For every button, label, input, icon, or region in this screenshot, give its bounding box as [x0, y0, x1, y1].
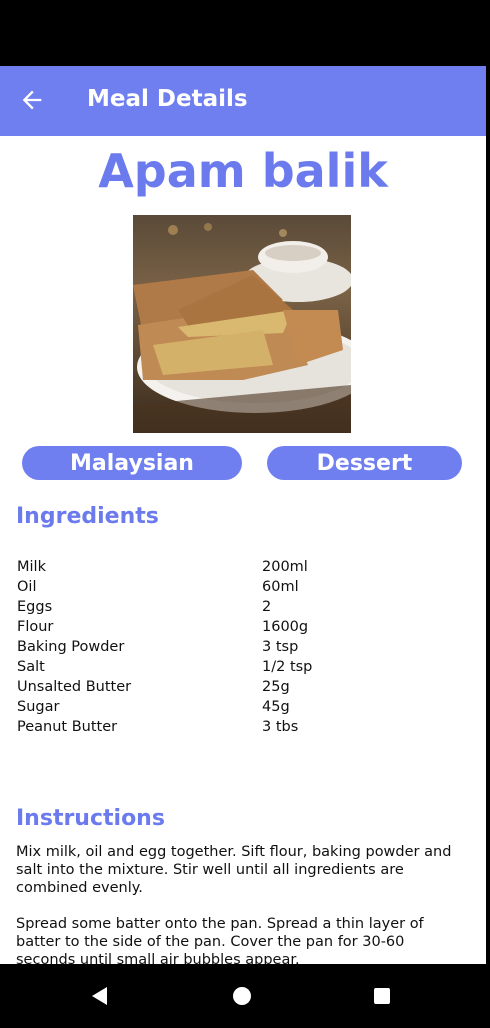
category-tag-button[interactable]: Dessert — [267, 446, 462, 480]
ingredient-name: Unsalted Butter — [17, 679, 132, 695]
ingredient-name: Sugar — [17, 699, 60, 715]
instruction-paragraph: Mix milk, oil and egg together. Sift flo… — [16, 844, 452, 896]
ingredient-name: Baking Powder — [17, 639, 125, 655]
ingredient-measure: 3 tsp — [262, 639, 299, 655]
ingredient-name: Oil — [17, 579, 37, 595]
instructions-heading: Instructions — [16, 806, 165, 831]
ingredient-row: Salt 1/2 tsp — [17, 659, 477, 679]
nav-recents-icon[interactable] — [368, 982, 396, 1010]
instructions-text: Mix milk, oil and egg together. Sift flo… — [16, 843, 466, 964]
ingredient-row: Eggs 2 — [17, 599, 477, 619]
ingredient-name: Milk — [17, 559, 46, 575]
ingredient-measure: 3 tbs — [262, 719, 299, 735]
ingredient-row: Oil 60ml — [17, 579, 477, 599]
ingredient-row: Flour 1600g — [17, 619, 477, 639]
nav-home-icon[interactable] — [228, 982, 256, 1010]
ingredient-name: Peanut Butter — [17, 719, 118, 735]
ingredient-measure: 1/2 tsp — [262, 659, 313, 675]
ingredient-row: Milk 200ml — [17, 559, 477, 579]
ingredient-name: Eggs — [17, 599, 53, 615]
meal-title: Apam balik — [98, 144, 388, 198]
ingredient-measure: 25g — [262, 679, 290, 695]
ingredient-row: Peanut Butter 3 tbs — [17, 719, 477, 739]
ingredient-name: Flour — [17, 619, 54, 635]
ingredient-measure: 60ml — [262, 579, 299, 595]
ingredient-measure: 45g — [262, 699, 290, 715]
ingredient-name: Salt — [17, 659, 45, 675]
ingredient-measure: 1600g — [262, 619, 309, 635]
ingredient-measure: 200ml — [262, 559, 308, 575]
area-tag-button[interactable]: Malaysian — [22, 446, 242, 480]
app-bar-title: Meal Details — [87, 86, 248, 112]
ingredients-heading: Ingredients — [16, 504, 159, 529]
ingredients-list: Milk 200ml Oil 60ml Eggs 2 Flour 1600g Baking Po… — [17, 559, 477, 739]
status-bar — [0, 0, 490, 66]
ingredient-row: Sugar 45g — [17, 699, 477, 719]
app-bar: Meal Details — [0, 66, 486, 136]
ingredient-row: Baking Powder 3 tsp — [17, 639, 477, 659]
arrow-left-icon[interactable] — [18, 86, 46, 114]
meal-image — [133, 215, 351, 433]
meal-details-screen: Meal Details Apam balik Malaysian Desser… — [0, 66, 486, 964]
nav-back-icon[interactable] — [86, 982, 114, 1010]
ingredient-row: Unsalted Butter 25g — [17, 679, 477, 699]
system-nav-bar — [0, 964, 490, 1028]
ingredient-measure: 2 — [262, 599, 272, 615]
instruction-paragraph: Spread some batter onto the pan. Spread … — [16, 916, 424, 964]
